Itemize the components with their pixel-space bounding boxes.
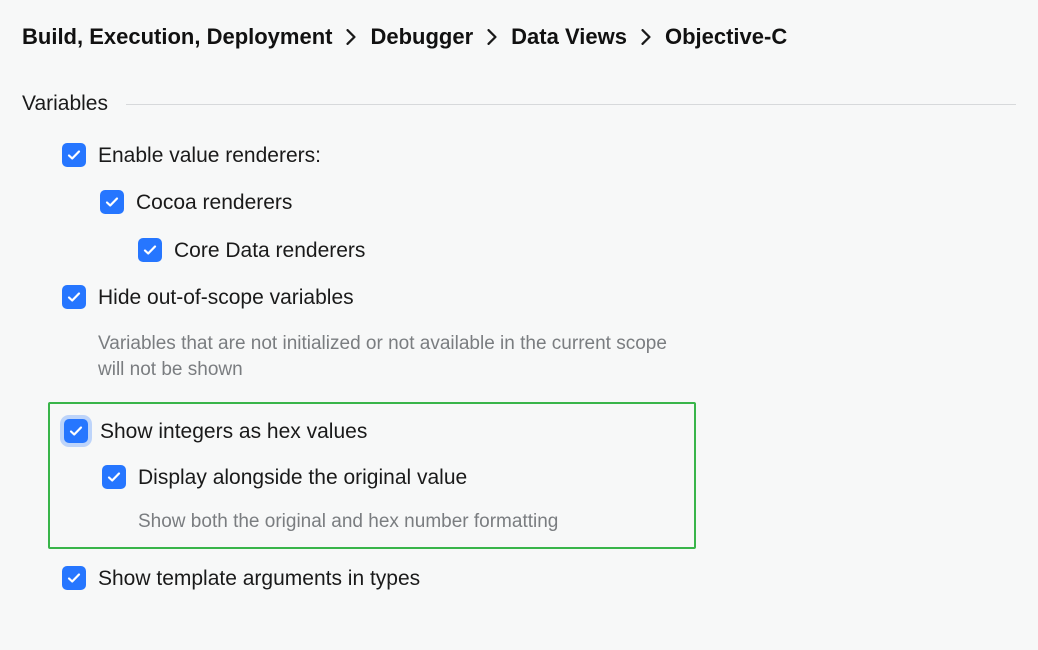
option-cocoa-renderers[interactable]: Cocoa renderers xyxy=(62,189,1016,216)
breadcrumb-item[interactable]: Data Views xyxy=(511,24,627,50)
option-label: Display alongside the original value xyxy=(138,464,467,491)
option-label: Hide out-of-scope variables xyxy=(98,284,354,311)
option-display-alongside[interactable]: Display alongside the original value xyxy=(64,464,694,491)
option-hide-out-of-scope[interactable]: Hide out-of-scope variables xyxy=(62,284,1016,311)
breadcrumb-item[interactable]: Debugger xyxy=(370,24,473,50)
checkbox-checked-icon[interactable] xyxy=(62,285,86,309)
option-label: Show integers as hex values xyxy=(100,418,367,445)
chevron-right-icon xyxy=(487,29,497,45)
option-core-data-renderers[interactable]: Core Data renderers xyxy=(62,237,1016,264)
checkbox-checked-icon[interactable] xyxy=(102,465,126,489)
option-show-template-arguments[interactable]: Show template arguments in types xyxy=(62,565,1016,592)
checkbox-checked-icon[interactable] xyxy=(100,190,124,214)
section-divider xyxy=(126,104,1016,105)
section-title: Variables xyxy=(22,92,108,116)
breadcrumb-item[interactable]: Build, Execution, Deployment xyxy=(22,24,332,50)
chevron-right-icon xyxy=(641,29,651,45)
option-label: Core Data renderers xyxy=(174,237,365,264)
breadcrumb: Build, Execution, Deployment Debugger Da… xyxy=(22,24,1016,50)
checkbox-checked-icon[interactable] xyxy=(62,566,86,590)
option-show-integers-hex[interactable]: Show integers as hex values xyxy=(64,418,694,445)
option-enable-value-renderers[interactable]: Enable value renderers: xyxy=(62,142,1016,169)
checkbox-checked-icon[interactable] xyxy=(138,238,162,262)
checkbox-checked-icon[interactable] xyxy=(62,143,86,167)
option-label: Enable value renderers: xyxy=(98,142,321,169)
option-label: Cocoa renderers xyxy=(136,189,292,216)
option-description: Variables that are not initialized or no… xyxy=(62,331,682,382)
option-description: Show both the original and hex number fo… xyxy=(64,509,684,535)
breadcrumb-item[interactable]: Objective-C xyxy=(665,24,787,50)
chevron-right-icon xyxy=(346,29,356,45)
option-label: Show template arguments in types xyxy=(98,565,420,592)
section-header: Variables xyxy=(22,92,1016,116)
checkbox-checked-icon[interactable] xyxy=(64,419,88,443)
highlight-box: Show integers as hex values Display alon… xyxy=(48,402,696,548)
